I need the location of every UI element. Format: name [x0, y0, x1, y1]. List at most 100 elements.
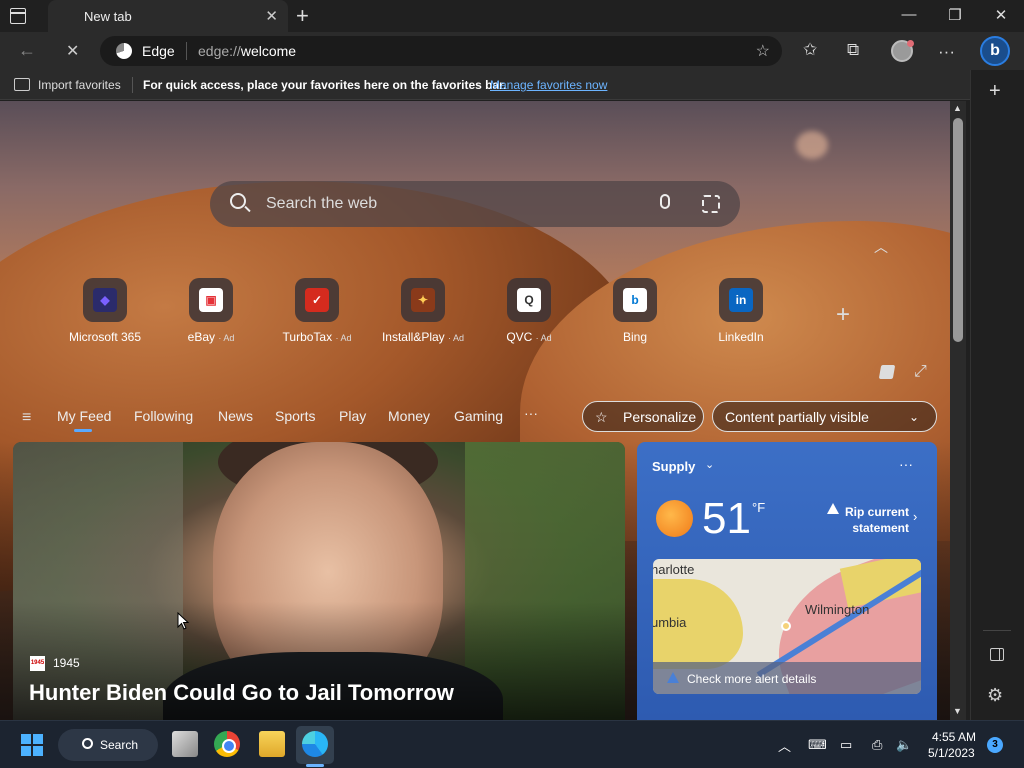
edge-taskbar-icon[interactable] — [302, 731, 328, 757]
navigation-bar: ← ✕ Edge edge://welcome ☆ — [0, 32, 1024, 70]
article-source[interactable]: 1945 — [53, 656, 80, 670]
weather-more-icon[interactable]: ··· — [899, 456, 913, 472]
show-hidden-icons-chevron-icon[interactable]: ︿ — [778, 736, 791, 755]
new-tab-page: Search the web ︿ ◆ Microsoft 365 ▣ eBay · … — [0, 101, 950, 720]
bing-icon: b — [613, 278, 657, 322]
display-icon[interactable]: ▭ — [840, 737, 852, 753]
sunny-weather-icon — [656, 500, 693, 537]
stop-loading-icon[interactable]: ✕ — [66, 41, 79, 61]
weather-location[interactable]: Supply — [652, 459, 695, 474]
import-favorites-icon[interactable] — [14, 78, 30, 91]
network-icon[interactable]: ⎙ — [872, 737, 882, 753]
manage-favorites-link[interactable]: Manage favorites now — [490, 78, 607, 92]
quick-link-microsoft-365[interactable]: ◆ Microsoft 365 — [55, 278, 155, 344]
chrome-icon[interactable] — [214, 731, 240, 757]
page-settings-icon[interactable] — [878, 365, 896, 379]
ebay-icon-glyph: ▣ — [199, 288, 223, 312]
add-favorite-icon[interactable]: ☆ — [756, 41, 770, 61]
feed-tab-following[interactable]: Following — [134, 408, 193, 424]
scroll-up-arrow-icon[interactable]: ▲ — [953, 103, 962, 113]
restore-button[interactable]: ❐ — [945, 6, 965, 24]
microphone-icon[interactable] — [660, 194, 670, 209]
favorites-icon[interactable]: ✩ — [803, 40, 817, 60]
tab-new-tab[interactable]: New tab ✕ — [48, 0, 288, 32]
hamburger-menu-icon[interactable]: ≡ — [22, 409, 31, 427]
file-explorer-icon[interactable] — [259, 731, 285, 757]
sidebar-settings-icon[interactable]: ⚙ — [987, 685, 1003, 706]
weather-alert[interactable]: Rip current statement — [843, 504, 909, 536]
article-title[interactable]: Hunter Biden Could Go to Jail Tomorrow — [29, 680, 454, 706]
feed-tab-gaming[interactable]: Gaming — [454, 408, 503, 424]
tab-actions-icon[interactable] — [10, 8, 26, 24]
scrollbar-thumb[interactable] — [953, 118, 963, 342]
source-logo: 1945 — [30, 656, 45, 671]
feed-tab-play[interactable]: Play — [339, 408, 366, 424]
minimize-button[interactable]: — — [899, 6, 919, 23]
installplay-icon-glyph: ✦ — [411, 288, 435, 312]
settings-more-icon[interactable]: ··· — [938, 42, 955, 62]
volume-icon[interactable]: 🔈 — [896, 737, 912, 753]
weather-map[interactable]: harlotte Wilmington umbia Check more ale… — [653, 559, 921, 694]
collapse-chevron-icon[interactable]: ︿ — [874, 237, 888, 257]
windows-start-icon[interactable] — [21, 734, 43, 756]
feed-more-icon[interactable]: ··· — [524, 405, 538, 421]
quick-link-ebay[interactable]: ▣ eBay · Ad — [161, 278, 261, 344]
quick-link-label: Install&Play · Ad — [373, 330, 473, 344]
quick-link-install-play[interactable]: ✦ Install&Play · Ad — [373, 278, 473, 344]
scroll-down-arrow-icon[interactable]: ▼ — [953, 706, 962, 716]
clock-date[interactable]: 5/1/2023 — [928, 746, 975, 760]
feed-tab-news[interactable]: News — [218, 408, 253, 424]
chevron-right-icon[interactable]: › — [913, 509, 917, 524]
quick-link-qvc[interactable]: Q QVC · Ad — [479, 278, 579, 344]
feed-tab-money[interactable]: Money — [388, 408, 430, 424]
search-input[interactable]: Search the web — [266, 195, 377, 213]
feed-tab-sports[interactable]: Sports — [275, 408, 315, 424]
active-tab-indicator — [74, 429, 92, 432]
web-search-box[interactable]: Search the web — [210, 181, 740, 227]
favorites-message: For quick access, place your favorites h… — [143, 78, 507, 92]
content-visibility-dropdown[interactable]: Content partially visible ⌄ — [712, 401, 937, 432]
favorites-bar: Import favorites For quick access, place… — [0, 70, 970, 100]
close-window-button[interactable]: ✕ — [991, 6, 1011, 24]
quick-link-name: eBay — [187, 330, 215, 344]
expand-icon[interactable]: ⤢ — [914, 363, 927, 381]
hide-sidebar-icon[interactable] — [990, 648, 1004, 661]
temperature-unit[interactable]: °F — [752, 500, 765, 515]
weather-card[interactable]: Supply ⌄ ··· 51 °F Rip current statement… — [637, 442, 937, 720]
import-favorites-button[interactable]: Import favorites — [38, 78, 121, 92]
keyboard-icon[interactable]: ⌨ — [808, 737, 827, 753]
collections-icon[interactable]: ⧉ — [847, 40, 859, 60]
site-name: Edge — [142, 43, 175, 59]
url-text[interactable]: edge://welcome — [198, 43, 296, 59]
new-tab-button[interactable]: + — [296, 3, 309, 29]
ad-label: · Ad — [535, 333, 552, 343]
feed-tab-my-feed[interactable]: My Feed — [57, 408, 111, 424]
notification-badge[interactable]: 3 — [987, 737, 1003, 753]
add-quick-link-button[interactable]: + — [836, 301, 850, 329]
feed-navigation: ≡ My Feed Following News Sports Play Mon… — [0, 397, 950, 437]
chevron-down-icon: ⌄ — [909, 410, 920, 424]
taskbar-search-button[interactable]: Search — [58, 729, 158, 761]
chevron-down-icon[interactable]: ⌄ — [705, 458, 714, 471]
clock-time[interactable]: 4:55 AM — [932, 730, 976, 744]
windows-taskbar: Search ︿ ⌨ ▭ ⎙ 🔈 4:55 AM 5/1/2023 3 — [0, 720, 1024, 768]
hero-article-card[interactable]: 1945 1945 Hunter Biden Could Go to Jail … — [13, 442, 625, 720]
profile-avatar[interactable] — [891, 40, 914, 62]
bing-chat-button[interactable]: b — [980, 36, 1010, 66]
personalize-button[interactable]: ☆ Personalize — [582, 401, 704, 432]
quick-link-bing[interactable]: b Bing — [585, 278, 685, 344]
task-view-icon[interactable] — [172, 731, 198, 757]
title-bar: New tab ✕ + — ❐ ✕ — [0, 0, 1024, 32]
address-bar[interactable]: Edge edge://welcome ☆ — [100, 36, 782, 66]
quick-link-turbotax[interactable]: ✓ TurboTax · Ad — [267, 278, 367, 344]
quick-link-linkedin[interactable]: in LinkedIn — [691, 278, 791, 344]
sidebar-add-icon[interactable]: + — [989, 80, 1001, 103]
back-arrow-icon[interactable]: ← — [18, 40, 36, 61]
map-city-label: Wilmington — [805, 602, 870, 617]
quick-link-label: eBay · Ad — [161, 330, 261, 344]
tab-close-icon[interactable]: ✕ — [265, 7, 278, 25]
alert-details-link[interactable]: Check more alert details — [687, 672, 816, 686]
installplay-icon: ✦ — [401, 278, 445, 322]
map-alert-footer[interactable]: Check more alert details — [653, 662, 921, 694]
visual-search-icon[interactable] — [702, 195, 720, 213]
